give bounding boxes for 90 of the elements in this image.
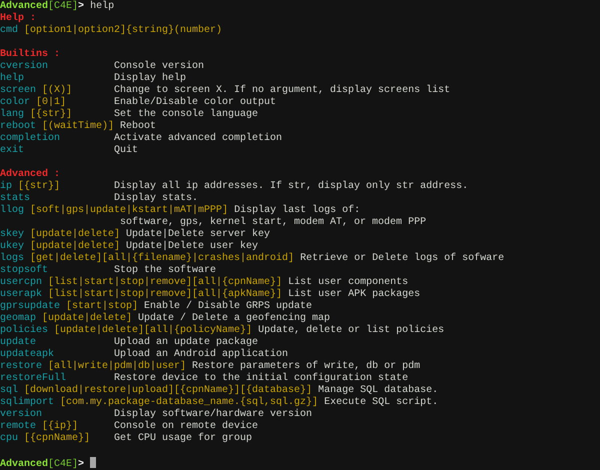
command-description: Restore device to the initial configuration state <box>114 373 408 384</box>
command-name: skey <box>0 229 24 240</box>
command-args: [option1|option2]{string}(number) <box>24 25 222 36</box>
prompt-host: Advanced <box>0 459 48 470</box>
command-description: Get CPU usage for group <box>114 433 252 444</box>
command-name: sql <box>0 385 18 396</box>
command-args: [com.my.package-database_name.{sql,sql.gz}] <box>60 397 318 408</box>
command-name: exit <box>0 145 24 156</box>
command-args: [download|restore|upload][{cpnName}][{database}] <box>24 385 312 396</box>
command-args: [{str}] <box>18 181 60 192</box>
command-args: [{str}] <box>30 109 72 120</box>
command-args: [update|delete] <box>30 241 120 252</box>
command-name: llog <box>0 205 24 216</box>
command-args: [get|delete][all|{filename}|crashes|android] <box>30 253 294 264</box>
command-name: remote <box>0 421 36 432</box>
command-description: Execute SQL script. <box>324 397 438 408</box>
command-name: policies <box>0 325 48 336</box>
command-name: update <box>0 337 36 348</box>
section-heading: Help : <box>0 13 36 24</box>
command-args: [{ip}] <box>42 421 78 432</box>
command-args: [list|start|stop|remove][all|{apkName}] <box>48 289 282 300</box>
command-description: Upload an update package <box>114 337 258 348</box>
command-description: Quit <box>114 145 138 156</box>
command-description: Enable/Disable color output <box>114 97 276 108</box>
command-name: cpu <box>0 433 18 444</box>
command-description: Update|Delete server key <box>126 229 270 240</box>
prompt-host: Advanced <box>0 1 48 12</box>
command-name: stopsoft <box>0 265 48 276</box>
command-args: [soft|gps|update|kstart|mAT|mPPP] <box>30 205 228 216</box>
command-args: [{cpnName}] <box>24 433 90 444</box>
command-description: Manage SQL database. <box>318 385 438 396</box>
command-name: color <box>0 97 30 108</box>
command-description: Display last logs of: <box>234 205 360 216</box>
command-description: Retrieve or Delete logs of sofware <box>300 253 504 264</box>
command-name: sqlimport <box>0 397 54 408</box>
typed-command: help <box>90 1 114 12</box>
command-description: software, gps, kernel start, modem AT, or modem PPP <box>120 217 426 228</box>
command-description: Console on remote device <box>114 421 258 432</box>
section-heading: Advanced : <box>0 169 60 180</box>
command-name: updateapk <box>0 349 54 360</box>
command-name: logs <box>0 253 24 264</box>
command-args: [(X)] <box>42 85 72 96</box>
command-name: geomap <box>0 313 36 324</box>
command-description: Activate advanced completion <box>114 133 282 144</box>
command-name: version <box>0 409 42 420</box>
command-name: stats <box>0 193 30 204</box>
prompt-tag: [C4E] <box>48 459 78 470</box>
command-name: completion <box>0 133 60 144</box>
command-description: Stop the software <box>114 265 216 276</box>
command-description: Display software/hardware version <box>114 409 312 420</box>
command-args: [start|stop] <box>66 301 138 312</box>
command-description: List user APK packages <box>288 289 420 300</box>
command-description: Display stats. <box>114 193 198 204</box>
command-description: Display help <box>114 73 186 84</box>
command-description: Change to screen X. If no argument, display screens list <box>114 85 450 96</box>
command-args: [all|write|pdm|db|user] <box>48 361 186 372</box>
prompt-symbol: > <box>78 1 84 12</box>
section-heading: Builtins : <box>0 49 60 60</box>
command-args: [list|start|stop|remove][all|{cpnName}] <box>48 277 282 288</box>
command-name: ip <box>0 181 12 192</box>
command-args: [update|delete][all|{policyName}] <box>54 325 252 336</box>
command-name: restoreFull <box>0 373 66 384</box>
command-name: cmd <box>0 25 18 36</box>
command-name: help <box>0 73 24 84</box>
command-description: Update|Delete user key <box>126 241 258 252</box>
prompt-symbol: > <box>78 459 84 470</box>
command-name: restore <box>0 361 42 372</box>
command-description: Upload an Android application <box>114 349 288 360</box>
command-args: [(waitTime)] <box>42 121 114 132</box>
command-description: Update, delete or list policies <box>258 325 444 336</box>
command-description: Reboot <box>120 121 156 132</box>
command-name: userapk <box>0 289 42 300</box>
command-args: [0|1] <box>36 97 66 108</box>
command-name: ukey <box>0 241 24 252</box>
command-description: Restore parameters of write, db or pdm <box>192 361 420 372</box>
command-args: [update|delete] <box>42 313 132 324</box>
command-args: [update|delete] <box>30 229 120 240</box>
command-description: Console version <box>114 61 204 72</box>
command-name: gprsupdate <box>0 301 60 312</box>
command-name: cversion <box>0 61 48 72</box>
command-description: Display all ip addresses. If str, display only str address. <box>114 181 468 192</box>
command-name: lang <box>0 109 24 120</box>
command-description: Update / Delete a geofencing map <box>138 313 330 324</box>
command-name: usercpn <box>0 277 42 288</box>
command-name: reboot <box>0 121 36 132</box>
prompt-tag: [C4E] <box>48 1 78 12</box>
command-description: Enable / Disable GRPS update <box>144 301 312 312</box>
command-description: List user components <box>288 277 408 288</box>
command-name: screen <box>0 85 36 96</box>
command-description: Set the console language <box>114 109 258 120</box>
